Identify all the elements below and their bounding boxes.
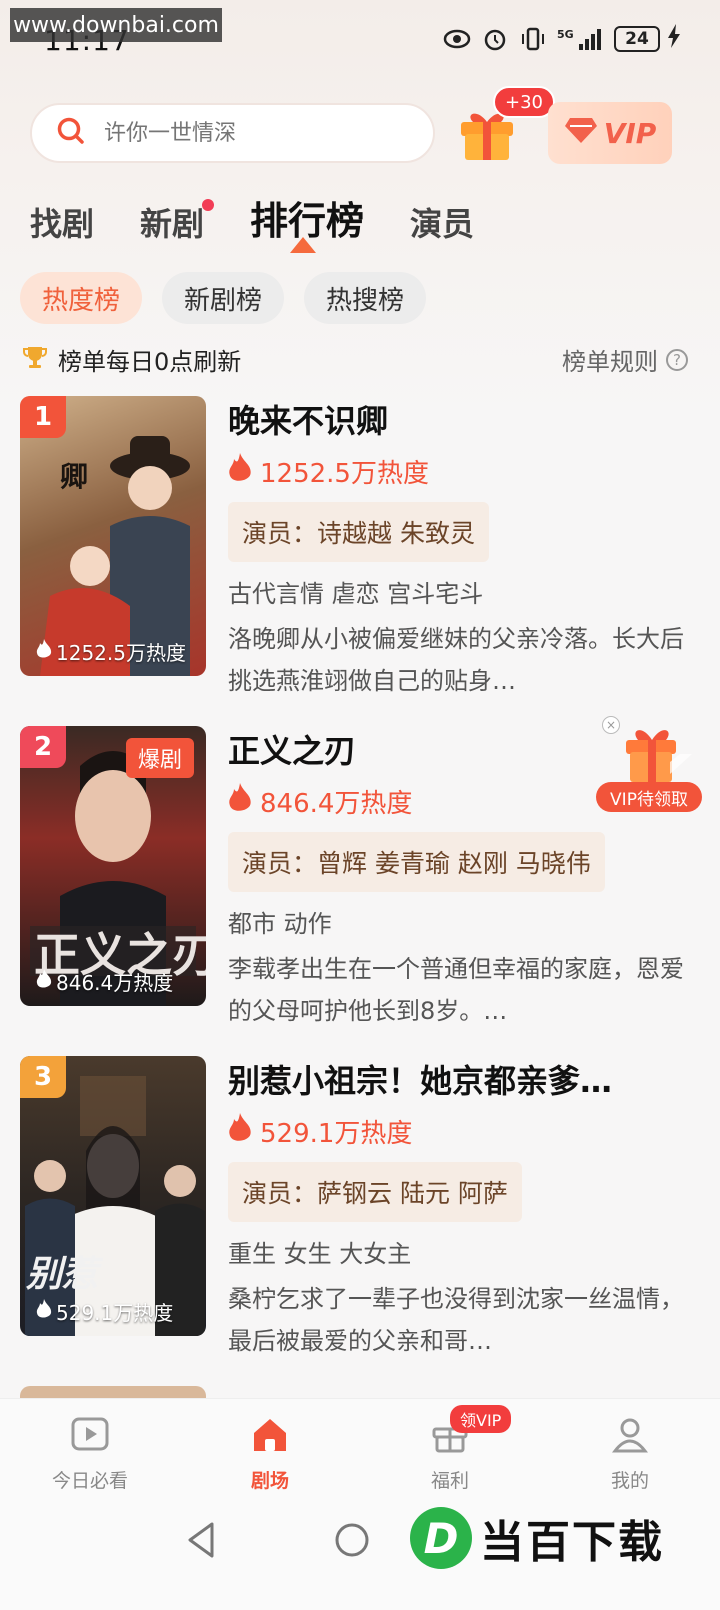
svg-text:5G: 5G [557, 28, 574, 41]
rank-badge: 3 [20, 1056, 66, 1098]
hot-tag: 爆剧 [125, 738, 194, 778]
nav-welfare-label: 福利 [430, 1469, 469, 1492]
play-icon [70, 1415, 110, 1460]
item-genre: 重生 女生 大女主 [228, 1240, 412, 1268]
eye-icon [442, 26, 472, 52]
bottom-nav: 今日必看 剧场 福利 领VIP 我的 [0, 1398, 720, 1508]
vibrate-icon [518, 26, 548, 52]
item-genre: 古代言情 虐恋 宫斗宅斗 [228, 580, 484, 608]
fire-icon [36, 639, 52, 664]
close-icon[interactable]: × [602, 716, 620, 734]
nav-today-label: 今日必看 [51, 1469, 128, 1492]
search-icon [56, 116, 86, 150]
fire-icon [228, 1112, 252, 1150]
search-input[interactable] [104, 120, 404, 146]
ranking-chips: 热度榜 新剧榜 热搜榜 [20, 272, 427, 324]
poster-heat-text: 1252.5万热度 [56, 641, 186, 665]
watermark-banner: www.downbai.com [10, 8, 222, 42]
tab-find[interactable]: 找剧 [30, 199, 94, 245]
rules-link[interactable]: 榜单规则 ? [562, 342, 688, 377]
ranking-item-4-peek [20, 1386, 206, 1398]
home-icon [250, 1415, 290, 1460]
item-heat-text: 846.4万热度 [260, 788, 413, 819]
trophy-icon [22, 344, 48, 376]
fire-icon [228, 782, 252, 820]
poster-heat-text: 846.4万热度 [56, 971, 174, 995]
new-dot-badge [202, 199, 215, 211]
item-heat: 1252.5万热度 [228, 452, 698, 490]
alarm-icon [480, 26, 510, 52]
rank-badge: 2 [20, 726, 66, 768]
refresh-info: 榜单每日0点刷新 [22, 342, 241, 377]
tab-new-label: 新剧 [140, 205, 205, 243]
tab-new[interactable]: 新剧 [140, 199, 215, 245]
poster-heat: 846.4万热度 [36, 967, 173, 996]
poster-heat: 529.1万热度 [36, 1297, 173, 1326]
refresh-text: 榜单每日0点刷新 [58, 348, 242, 376]
item-desc: 李载孝出生在一个普通但幸福的家庭，恩爱的父母呵护他长到8岁。… [228, 955, 684, 1025]
item-cast: 演员：诗越越 朱致灵 [228, 502, 489, 562]
help-icon: ? [666, 348, 688, 371]
signal-icon: 5G [556, 26, 606, 52]
item-info: 别惹小祖宗！她京都亲爹… 529.1万热度 演员：萨钢云 陆元 阿萨 重生 女生… [228, 1056, 698, 1362]
poster-artwork: 卿 [40, 436, 190, 676]
poster[interactable]: 正义之刃 2 爆剧 846.4万热度 [20, 726, 206, 1006]
item-info: 晚来不识卿 1252.5万热度 演员：诗越越 朱致灵 古代言情 虐恋 宫斗宅斗 … [228, 396, 698, 702]
rules-label: 榜单规则 [562, 348, 658, 376]
item-cast: 演员：曾辉 姜青瑜 赵刚 马晓伟 [228, 832, 605, 892]
gift-badge: +30 [493, 86, 555, 118]
fire-icon [36, 969, 52, 994]
poster[interactable]: 别惹 3 529.1万热度 [20, 1056, 206, 1336]
item-title[interactable]: 晚来不识卿 [228, 396, 698, 444]
poster-artwork: 别惹 [25, 1076, 205, 1336]
nav-mine[interactable]: 我的 [570, 1415, 690, 1493]
vip-label: VIP [603, 116, 657, 150]
active-tab-indicator [290, 237, 316, 253]
vip-promo-label[interactable]: VIP待领取 [596, 782, 702, 812]
home-circle-icon[interactable] [334, 1522, 370, 1562]
user-icon [610, 1415, 650, 1460]
nav-mine-label: 我的 [610, 1469, 649, 1492]
refresh-row: 榜单每日0点刷新 榜单规则 ? [22, 342, 688, 377]
poster-heat-text: 529.1万热度 [56, 1301, 174, 1325]
nav-welfare-badge: 领VIP [450, 1404, 512, 1433]
chip-search[interactable]: 热搜榜 [304, 272, 427, 324]
main-tabs: 找剧 新剧 排行榜 演员 [30, 190, 520, 245]
item-desc: 洛晚卿从小被偏爱继妹的父亲冷落。长大后挑选燕淮翊做自己的贴身… [228, 625, 684, 695]
fire-icon [36, 1299, 52, 1324]
fire-icon [228, 452, 252, 490]
item-heat: 529.1万热度 [228, 1112, 698, 1150]
item-genre: 都市 动作 [228, 910, 332, 938]
nav-theater-label: 剧场 [250, 1469, 289, 1492]
item-cast: 演员：萨钢云 陆元 阿萨 [228, 1162, 522, 1222]
poster-title-art: 别惹 [25, 1253, 104, 1295]
search-bar[interactable] [30, 103, 435, 163]
watermark-d-icon: D [410, 1507, 472, 1569]
item-heat-text: 529.1万热度 [260, 1118, 413, 1149]
nav-today[interactable]: 今日必看 [30, 1415, 150, 1493]
item-heat-text: 1252.5万热度 [260, 458, 429, 489]
chip-new[interactable]: 新剧榜 [162, 272, 285, 324]
battery-indicator: 24 [614, 26, 660, 52]
nav-theater[interactable]: 剧场 [210, 1415, 330, 1493]
poster-heat: 1252.5万热度 [36, 637, 186, 666]
item-title[interactable]: 别惹小祖宗！她京都亲爹… [228, 1056, 698, 1104]
watermark-text: 当百下载 [480, 1517, 664, 1568]
ranking-item-1[interactable]: 卿 1 1252.5万热度 晚来不识卿 1252.5万热度 演员：诗越越 朱致灵… [20, 396, 710, 696]
status-icons: 5G 24 [442, 24, 680, 54]
poster[interactable]: 卿 1 1252.5万热度 [20, 396, 206, 676]
vip-button[interactable]: VIP [548, 102, 672, 164]
back-icon[interactable] [184, 1520, 218, 1564]
tab-actors[interactable]: 演员 [410, 199, 474, 245]
nav-welfare[interactable]: 福利 领VIP [390, 1404, 512, 1493]
diamond-icon [564, 116, 598, 151]
chip-hot[interactable]: 热度榜 [20, 272, 143, 324]
charging-icon [668, 24, 680, 54]
poster-title-art: 卿 [60, 460, 88, 493]
watermark-logo: D 当百下载 [410, 1498, 720, 1578]
ranking-item-3[interactable]: 别惹 3 529.1万热度 别惹小祖宗！她京都亲爹… 529.1万热度 演员：萨… [20, 1056, 710, 1356]
rank-badge: 1 [20, 396, 66, 438]
item-desc: 桑柠乞求了一辈子也没得到沈家一丝温情，最后被最爱的父亲和哥… [228, 1285, 684, 1355]
